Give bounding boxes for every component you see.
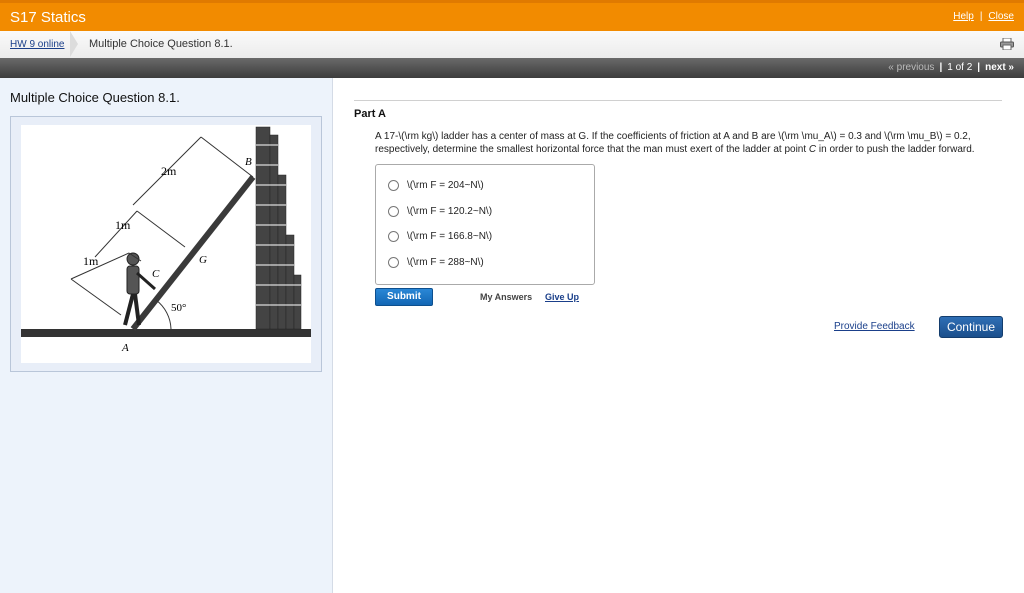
- question-line-2: respectively, determine the smallest hor…: [375, 143, 1005, 156]
- choice-1-label: \(\rm F = 204~N\): [407, 180, 484, 191]
- figure-box: 2m 1m 1m B C G A 50°: [10, 116, 322, 372]
- help-link[interactable]: Help: [953, 11, 974, 22]
- give-up-link[interactable]: Give Up: [545, 292, 579, 302]
- question-line-2-b: in order to push the ladder forward.: [816, 144, 975, 155]
- top-bar: S17 Statics Help | Close: [0, 0, 1024, 31]
- choice-4[interactable]: \(\rm F = 288~N\): [388, 257, 484, 268]
- top-links: Help | Close: [953, 11, 1014, 22]
- label-1m-upper: 1m: [115, 218, 131, 232]
- label-g: G: [199, 254, 207, 266]
- top-links-separator: |: [979, 11, 983, 22]
- continue-button[interactable]: Continue: [939, 316, 1003, 338]
- pager-separator: |: [977, 62, 981, 73]
- label-angle: 50°: [171, 302, 186, 314]
- print-icon[interactable]: [1000, 38, 1014, 50]
- provide-feedback-link[interactable]: Provide Feedback: [834, 321, 915, 332]
- choice-3[interactable]: \(\rm F = 166.8~N\): [388, 231, 492, 242]
- part-divider: [354, 100, 1002, 101]
- question-line-2-a: respectively, determine the smallest hor…: [375, 144, 809, 155]
- left-pane: Multiple Choice Question 8.1. 2m 1m 1m B…: [0, 78, 333, 593]
- pager: « previous | 1 of 2 | next »: [888, 62, 1014, 73]
- app-title: S17 Statics: [10, 9, 86, 26]
- answer-choices: \(\rm F = 204~N\) \(\rm F = 120.2~N\) \(…: [375, 164, 595, 285]
- breadcrumb: HW 9 online Multiple Choice Question 8.1…: [0, 31, 1024, 59]
- radio-icon[interactable]: [388, 257, 399, 268]
- question-line-1: A 17-\(\rm kg\) ladder has a center of m…: [375, 131, 971, 142]
- floor: [21, 329, 311, 337]
- radio-icon[interactable]: [388, 231, 399, 242]
- submit-button[interactable]: Submit: [375, 288, 433, 306]
- label-c: C: [152, 268, 160, 280]
- part-title: Part A: [354, 108, 386, 120]
- label-2m: 2m: [161, 164, 177, 178]
- label-a: A: [121, 342, 129, 354]
- nav-bar: « previous | 1 of 2 | next »: [0, 58, 1024, 78]
- close-link[interactable]: Close: [988, 11, 1014, 22]
- choice-2-label: \(\rm F = 120.2~N\): [407, 206, 493, 217]
- choice-1[interactable]: \(\rm F = 204~N\): [388, 180, 484, 191]
- radio-icon[interactable]: [388, 206, 399, 217]
- question-title: Multiple Choice Question 8.1.: [10, 90, 180, 105]
- question-text: A 17-\(\rm kg\) ladder has a center of m…: [375, 130, 1005, 156]
- choice-3-label: \(\rm F = 166.8~N\): [407, 231, 493, 242]
- my-answers-label: My Answers: [480, 292, 533, 302]
- breadcrumb-chevron-icon: [70, 31, 78, 57]
- ladder-figure: 2m 1m 1m B C G A 50°: [21, 125, 311, 363]
- breadcrumb-hw-link[interactable]: HW 9 online: [10, 39, 64, 50]
- label-b: B: [245, 156, 252, 168]
- radio-icon[interactable]: [388, 180, 399, 191]
- label-1m-lower: 1m: [83, 254, 99, 268]
- choice-2[interactable]: \(\rm F = 120.2~N\): [388, 206, 492, 217]
- choice-4-label: \(\rm F = 288~N\): [407, 257, 484, 268]
- pager-separator: |: [939, 62, 943, 73]
- previous-link[interactable]: « previous: [888, 62, 934, 73]
- next-link[interactable]: next »: [985, 62, 1014, 73]
- page-position: 1 of 2: [947, 62, 973, 73]
- breadcrumb-current: Multiple Choice Question 8.1.: [89, 38, 233, 50]
